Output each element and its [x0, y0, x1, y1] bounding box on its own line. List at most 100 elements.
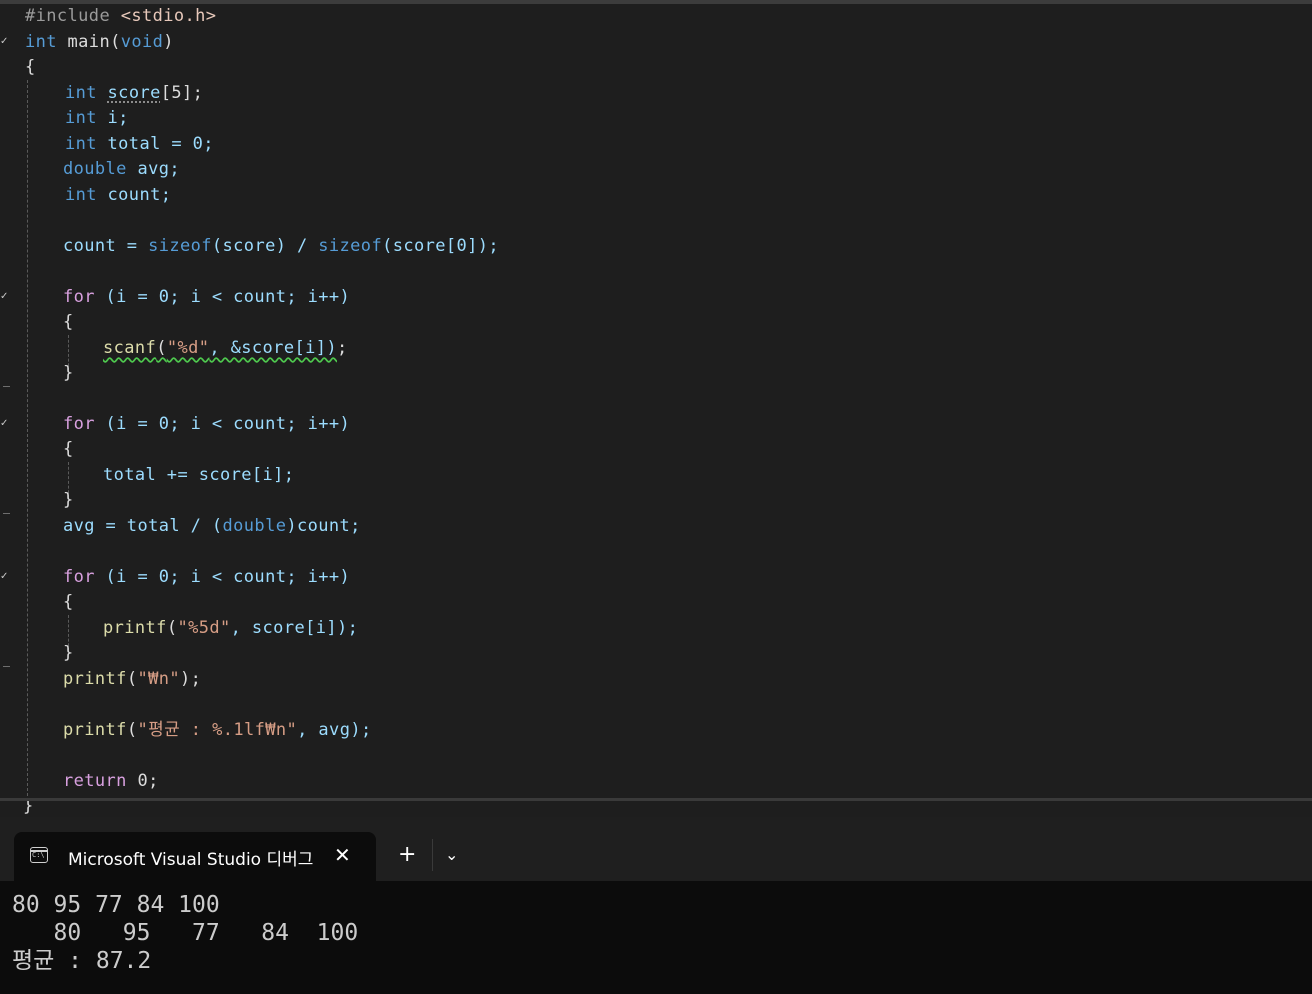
punctuation: );: [180, 669, 202, 689]
keyword: void: [120, 32, 164, 52]
code-editor[interactable]: ✓ ✓ ✓ ✓ #include <stdio.h> int main(void…: [0, 4, 1312, 816]
code-text: total = 0;: [96, 134, 214, 154]
terminal-tab[interactable]: C:\ Microsoft Visual Studio 디버그 ✕: [14, 832, 376, 881]
indent-guide: [27, 80, 28, 796]
code-text: count;: [96, 185, 172, 205]
debug-console-window[interactable]: C:\ Microsoft Visual Studio 디버그 ✕ + ⌄ 80…: [0, 817, 1312, 994]
code-line-27[interactable]: printf("₩n");: [63, 667, 201, 692]
code-line-25[interactable]: printf("%5d", score[i]);: [103, 616, 358, 641]
close-brace: }: [63, 363, 74, 383]
tab-title: Microsoft Visual Studio 디버그: [68, 850, 314, 870]
code-line-12[interactable]: for (i = 0; i < count; i++): [63, 285, 350, 310]
editor-horizontal-divider: [0, 798, 1312, 801]
fold-end-marker: [3, 513, 10, 514]
fold-check-icon[interactable]: ✓: [0, 292, 10, 302]
keyword: double: [222, 516, 287, 536]
app-root: ✓ ✓ ✓ ✓ #include <stdio.h> int main(void…: [0, 0, 1312, 994]
code-text: (score) /: [211, 236, 319, 256]
code-line-18[interactable]: {: [63, 437, 74, 462]
fold-check-icon[interactable]: ✓: [0, 419, 10, 429]
fold-check-icon[interactable]: ✓: [0, 37, 10, 47]
function-name: main(: [56, 32, 121, 52]
code-text: i;: [96, 108, 129, 128]
function-call: printf: [63, 720, 127, 740]
code-line-31[interactable]: return 0;: [63, 769, 159, 794]
tab-divider: [432, 839, 433, 871]
console-output-line: 80 95 77 84 100: [12, 892, 220, 918]
string-literal: "%d": [166, 338, 210, 358]
close-brace: }: [63, 490, 74, 510]
preprocessor-directive: #include: [25, 6, 121, 26]
fold-check-icon[interactable]: ✓: [0, 572, 10, 582]
terminal-tab-bar: C:\ Microsoft Visual Studio 디버그 ✕ + ⌄: [0, 817, 1312, 881]
console-output-line: 평균 : 87.2: [12, 948, 152, 974]
code-line-29[interactable]: printf("평균 : %.1lf₩n", avg);: [63, 718, 372, 743]
variable-name: score: [107, 83, 161, 103]
open-brace: {: [63, 439, 74, 459]
editor-gutter: ✓ ✓ ✓ ✓: [0, 4, 20, 816]
code-line-4[interactable]: int score[5];: [65, 81, 203, 106]
code-text: avg;: [126, 159, 180, 179]
code-line-20[interactable]: }: [63, 488, 74, 513]
include-path: <stdio.h>: [120, 6, 217, 26]
punctuation: ): [163, 32, 174, 52]
code-line-2[interactable]: int main(void): [25, 30, 174, 55]
code-text: (score[0]);: [382, 236, 500, 256]
code-line-24[interactable]: {: [63, 590, 74, 615]
code-line-3[interactable]: {: [25, 55, 36, 80]
code-text: [5];: [160, 83, 204, 103]
keyword: sizeof: [318, 236, 383, 256]
code-text: (i = 0; i < count; i++): [94, 567, 351, 587]
code-line-15[interactable]: }: [63, 361, 74, 386]
code-text: count =: [63, 236, 149, 256]
string-literal: "%5d": [177, 618, 231, 638]
code-line-14[interactable]: scanf("%d", &score[i]);: [103, 336, 348, 361]
punctuation: (: [156, 338, 167, 358]
code-text: avg = total / (: [63, 516, 223, 536]
console-icon-label: C:\: [32, 851, 45, 859]
code-line-7[interactable]: double avg;: [63, 157, 180, 182]
code-line-1[interactable]: #include <stdio.h>: [25, 4, 216, 29]
keyword: sizeof: [148, 236, 212, 256]
close-brace: }: [63, 643, 74, 663]
code-line-23[interactable]: for (i = 0; i < count; i++): [63, 565, 350, 590]
code-text: , score[i]);: [230, 618, 359, 638]
punctuation: ;: [337, 338, 348, 358]
open-brace: {: [63, 312, 74, 332]
code-text: (i = 0; i < count; i++): [94, 287, 351, 307]
code-line-21[interactable]: avg = total / (double)count;: [63, 514, 361, 539]
code-line-8[interactable]: int count;: [65, 183, 171, 208]
code-text: (i = 0; i < count; i++): [94, 414, 351, 434]
code-text: total += score[i];: [103, 465, 295, 485]
code-line-26[interactable]: }: [63, 641, 74, 666]
open-brace: {: [25, 57, 36, 77]
keyword: for: [63, 567, 95, 587]
string-literal: "₩n": [137, 669, 180, 689]
code-text: )count;: [286, 516, 361, 536]
fold-end-marker: [3, 386, 10, 387]
console-icon: C:\: [30, 847, 48, 863]
fold-end-marker: [3, 666, 10, 667]
function-call: scanf: [103, 338, 157, 358]
code-text: 0;: [126, 771, 159, 791]
code-line-17[interactable]: for (i = 0; i < count; i++): [63, 412, 350, 437]
close-icon[interactable]: ✕: [334, 843, 351, 867]
punctuation: (: [126, 669, 138, 689]
keyword: int: [65, 108, 97, 128]
keyword: for: [63, 287, 95, 307]
keyword: int: [65, 134, 97, 154]
code-line-5[interactable]: int i;: [65, 106, 129, 131]
code-line-10[interactable]: count = sizeof(score) / sizeof(score[0])…: [63, 234, 499, 259]
keyword: for: [63, 414, 95, 434]
code-text: , avg);: [297, 720, 372, 740]
console-output-line: 80 95 77 84 100: [12, 920, 359, 946]
chevron-down-icon[interactable]: ⌄: [445, 844, 458, 866]
code-line-6[interactable]: int total = 0;: [65, 132, 214, 157]
code-line-19[interactable]: total += score[i];: [103, 463, 294, 488]
function-call: printf: [63, 669, 127, 689]
code-line-13[interactable]: {: [63, 310, 74, 335]
keyword: int: [65, 83, 97, 103]
new-tab-plus-icon[interactable]: +: [398, 843, 416, 867]
keyword: int: [65, 185, 97, 205]
